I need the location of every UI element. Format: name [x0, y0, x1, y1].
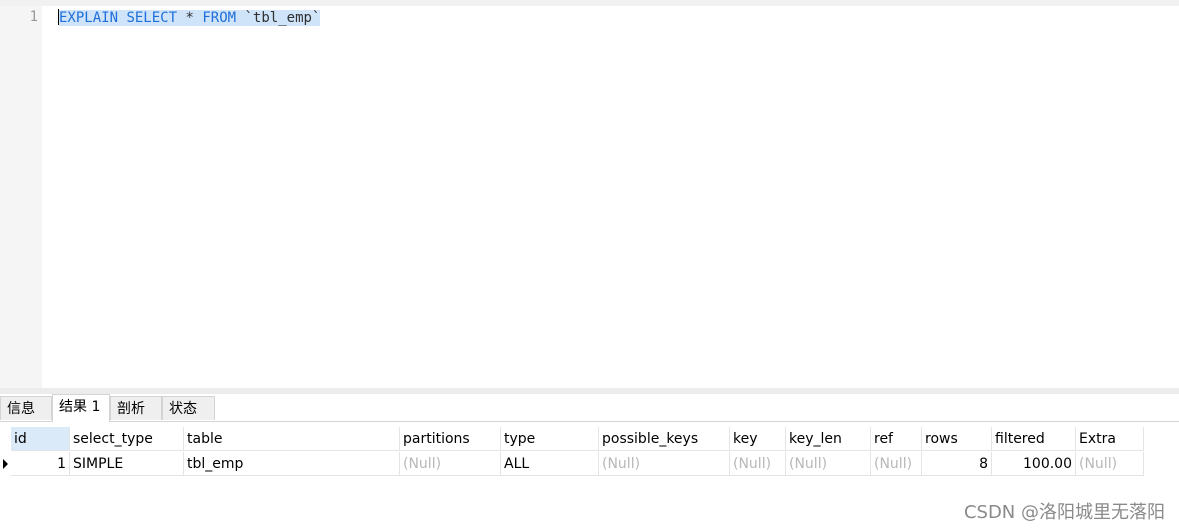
cell-filtered[interactable]: 100.00	[992, 452, 1076, 476]
tab-status[interactable]: 状态	[162, 396, 215, 420]
column-header-extra[interactable]: Extra	[1076, 427, 1144, 451]
current-row-indicator	[0, 452, 11, 476]
sql-editor[interactable]: 1 EXPLAIN SELECT * FROM `tbl_emp`	[0, 0, 1179, 388]
cell-key-len[interactable]: (Null)	[786, 452, 871, 476]
cell-ref[interactable]: (Null)	[871, 452, 922, 476]
result-tab-bar: 信息 结果 1 剖析 状态	[0, 394, 1179, 422]
tab-profile[interactable]: 剖析	[110, 396, 162, 420]
navicat-query-window: 1 EXPLAIN SELECT * FROM `tbl_emp` 信息 结果 …	[0, 0, 1179, 532]
cell-key[interactable]: (Null)	[730, 452, 786, 476]
column-header-select-type[interactable]: select_type	[70, 427, 184, 451]
cell-id[interactable]: 1	[11, 452, 70, 476]
star-operator: *	[185, 10, 194, 26]
cell-select-type[interactable]: SIMPLE	[70, 452, 184, 476]
code-area[interactable]: EXPLAIN SELECT * FROM `tbl_emp`	[42, 6, 1179, 388]
cell-rows[interactable]: 8	[922, 452, 992, 476]
column-header-type[interactable]: type	[501, 427, 599, 451]
cell-table[interactable]: tbl_emp	[184, 452, 400, 476]
line-number: 1	[29, 9, 38, 25]
row-pointer-icon	[3, 459, 8, 469]
cell-type[interactable]: ALL	[501, 452, 599, 476]
selected-text[interactable]: EXPLAIN SELECT * FROM `tbl_emp`	[59, 10, 321, 26]
cell-extra[interactable]: (Null)	[1076, 452, 1144, 476]
cell-partitions[interactable]: (Null)	[400, 452, 501, 476]
cell-possible-keys[interactable]: (Null)	[599, 452, 730, 476]
tab-result-1[interactable]: 结果 1	[52, 394, 110, 422]
column-header-id[interactable]: id	[11, 427, 70, 451]
keyword-select: SELECT	[126, 10, 178, 26]
column-header-key[interactable]: key	[730, 427, 786, 451]
column-header-ref[interactable]: ref	[871, 427, 922, 451]
column-header-partitions[interactable]: partitions	[400, 427, 501, 451]
keyword-from: FROM	[202, 10, 237, 26]
watermark: CSDN @洛阳城里无落阳	[963, 502, 1165, 523]
keyword-explain: EXPLAIN	[59, 10, 119, 26]
line-number-gutter: 1	[0, 6, 42, 388]
column-header-possible-keys[interactable]: possible_keys	[599, 427, 730, 451]
tab-info[interactable]: 信息	[0, 396, 52, 420]
column-header-table[interactable]: table	[184, 427, 400, 451]
code-line-1[interactable]: EXPLAIN SELECT * FROM `tbl_emp`	[58, 9, 321, 27]
column-header-key-len[interactable]: key_len	[786, 427, 871, 451]
column-header-rows[interactable]: rows	[922, 427, 992, 451]
column-header-filtered[interactable]: filtered	[992, 427, 1076, 451]
result-grid: id select_type table partitions type pos…	[0, 427, 1179, 487]
table-identifier: `tbl_emp`	[244, 10, 321, 26]
